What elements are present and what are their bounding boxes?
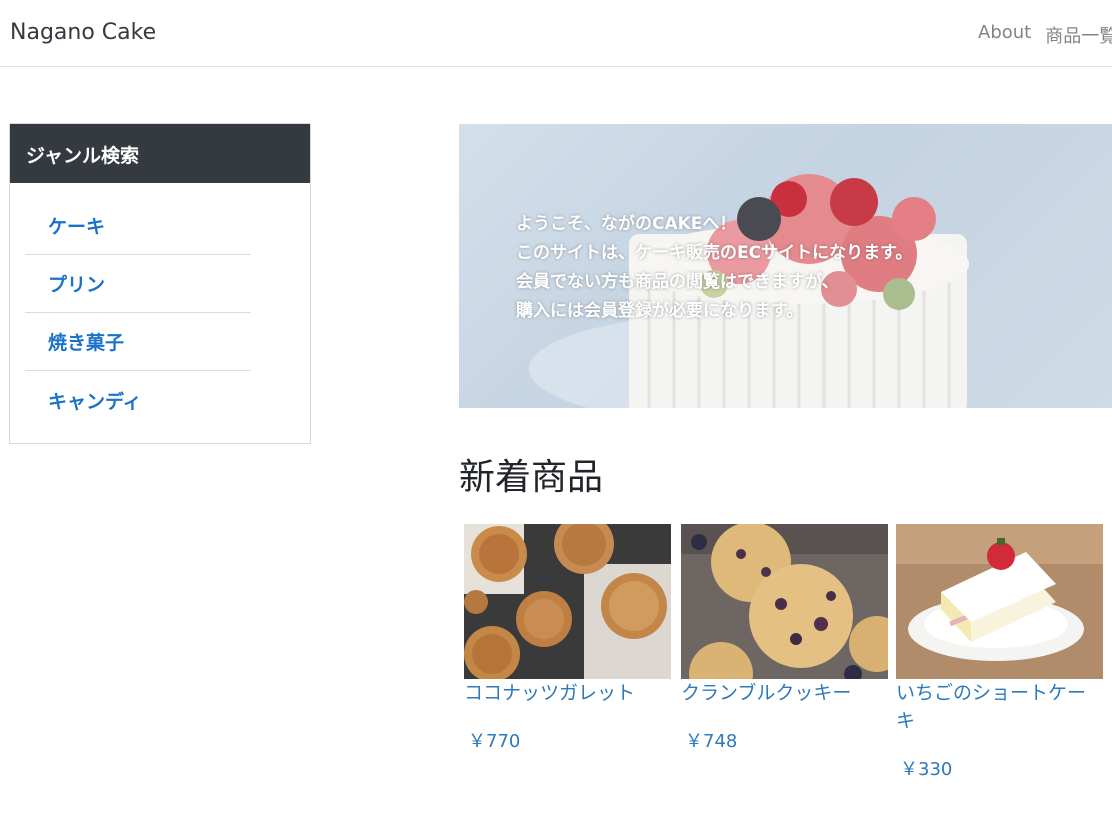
product-image[interactable] xyxy=(896,524,1103,679)
hero-line-1: ようこそ、ながのCAKEへ！ xyxy=(516,214,737,234)
genre-item-cake: ケーキ xyxy=(25,197,251,255)
navbar: Nagano Cake About 商品一覧 xyxy=(0,0,1112,67)
genre-link-pudding[interactable]: プリン xyxy=(48,270,105,297)
product-card: クランブルクッキー ￥748 xyxy=(681,524,888,753)
genre-item-pudding: プリン xyxy=(25,255,251,313)
hero-banner: ようこそ、ながのCAKEへ！ このサイトは、ケーキ販売のECサイトになります。 … xyxy=(459,124,1112,408)
product-image[interactable] xyxy=(681,524,888,679)
nav-link-about[interactable]: About xyxy=(978,22,1031,48)
hero-line-2: このサイトは、ケーキ販売のECサイトになります。 xyxy=(516,243,913,263)
genre-link-baked-goods[interactable]: 焼き菓子 xyxy=(48,328,124,355)
hero-welcome-text: ようこそ、ながのCAKEへ！ このサイトは、ケーキ販売のECサイトになります。 … xyxy=(516,210,912,326)
product-price: ￥748 xyxy=(685,731,738,752)
product-image[interactable] xyxy=(464,524,671,679)
hero-line-3: 会員でない方も商品の閲覧はできますが、 xyxy=(516,272,839,292)
genre-search-panel: ジャンル検索 ケーキ プリン 焼き菓子 キャンディ xyxy=(9,123,311,444)
genre-link-candy[interactable]: キャンディ xyxy=(48,387,142,414)
nav-link-products[interactable]: 商品一覧 xyxy=(1045,22,1112,48)
genre-search-title: ジャンル検索 xyxy=(10,124,310,183)
nav-links: About 商品一覧 xyxy=(978,22,1112,48)
hero-line-4: 購入には会員登録が必要になります。 xyxy=(516,301,804,321)
new-items-title: 新着商品 xyxy=(459,457,604,498)
genre-link-cake[interactable]: ケーキ xyxy=(48,212,105,239)
product-card: いちごのショートケーキ ￥330 xyxy=(896,524,1103,781)
genre-item-baked-goods: 焼き菓子 xyxy=(25,313,251,371)
product-name-link[interactable]: いちごのショートケーキ xyxy=(896,679,1103,735)
genre-item-candy: キャンディ xyxy=(25,371,251,429)
genre-list: ケーキ プリン 焼き菓子 キャンディ xyxy=(10,183,310,429)
product-price: ￥770 xyxy=(468,731,521,752)
product-name-link[interactable]: クランブルクッキー xyxy=(681,679,888,707)
brand-logo[interactable]: Nagano Cake xyxy=(10,20,156,45)
product-price: ￥330 xyxy=(900,759,953,780)
product-card: ココナッツガレット ￥770 xyxy=(464,524,671,753)
product-name-link[interactable]: ココナッツガレット xyxy=(464,679,671,707)
